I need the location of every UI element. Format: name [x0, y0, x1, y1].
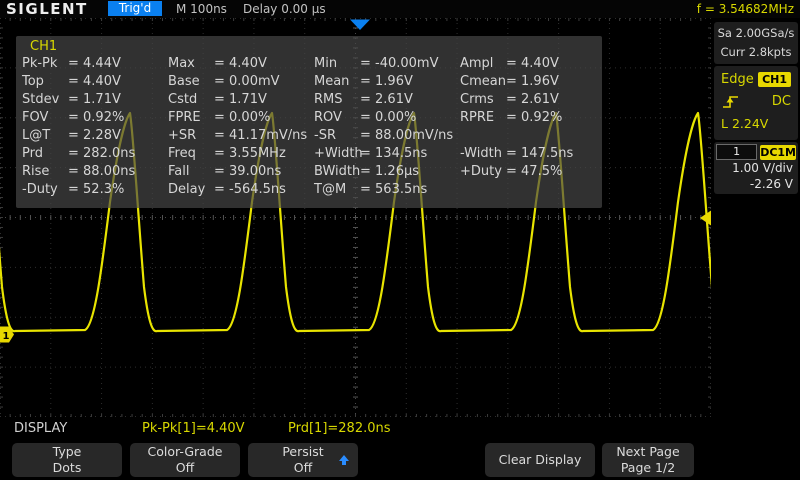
trigger-source-badge: CH1 [758, 72, 791, 87]
channel-coupling-badge: DC1M [760, 145, 796, 160]
trigger-coupling-label: DC [772, 94, 791, 109]
clear-display-button[interactable]: Clear Display [485, 443, 595, 477]
color-grade-button-value: Off [176, 460, 194, 476]
delay-readout: Delay 0.00 µs [243, 2, 326, 16]
acquisition-info-panel: Sa 2.00GSa/s Curr 2.8kpts [714, 22, 798, 64]
svg-text:1: 1 [3, 331, 10, 342]
softkey-menu-bar: Type Dots Color-Grade Off Persist Off Cl… [0, 442, 800, 480]
next-page-button-value: Page 1/2 [621, 460, 675, 476]
bottom-status-bar: DISPLAY Pk-Pk[1]=4.40V Prd[1]=282.0ns [0, 418, 800, 442]
oscilloscope-screen: SIGLENT Trig'd M 100ns Delay 0.00 µs f =… [0, 0, 800, 480]
type-button-value: Dots [53, 460, 82, 476]
waveform-display-area: CH1 Pk-Pk= 4.44VMax= 4.40VMin= -40.00mVA… [0, 18, 711, 417]
trigger-level-readout: L 2.24V [714, 109, 798, 131]
next-page-button-label: Next Page [616, 444, 679, 460]
trigger-status-badge: Trig'd [108, 1, 162, 16]
timebase-readout: M 100ns [176, 2, 227, 16]
persist-button[interactable]: Persist Off [248, 443, 358, 477]
measurement-readout-1: Pk-Pk[1]=4.40V [142, 421, 245, 436]
active-menu-title: DISPLAY [14, 421, 67, 436]
persist-button-label: Persist [282, 444, 323, 460]
top-status-bar: SIGLENT Trig'd M 100ns Delay 0.00 µs f =… [0, 0, 800, 18]
up-arrow-icon [338, 454, 350, 466]
color-grade-button[interactable]: Color-Grade Off [130, 443, 240, 477]
trigger-info-panel[interactable]: Edge CH1 DC L 2.24V [714, 66, 798, 140]
rising-edge-icon [721, 93, 741, 109]
type-button-label: Type [53, 444, 82, 460]
channel-number-badge: 1 [716, 144, 757, 160]
trigger-position-marker[interactable] [350, 20, 370, 31]
channel1-ground-marker[interactable]: 1 [0, 327, 14, 343]
trigger-level-marker[interactable] [700, 211, 711, 226]
measurement-readout-2: Prd[1]=282.0ns [288, 421, 391, 436]
siglent-logo: SIGLENT [6, 0, 88, 18]
memory-depth-readout: Curr 2.8kpts [714, 43, 798, 62]
channel-scale-readout: 1.00 V/div [714, 160, 798, 176]
next-page-button[interactable]: Next Page Page 1/2 [602, 443, 694, 477]
right-sidebar: Sa 2.00GSa/s Curr 2.8kpts Edge CH1 DC L … [712, 18, 800, 417]
channel1-info-panel[interactable]: 1 DC1M 1.00 V/div -2.26 V [714, 142, 798, 194]
plot-markers: 1 [0, 18, 711, 417]
trigger-type-label: Edge [721, 72, 754, 87]
clear-display-button-label: Clear Display [499, 452, 582, 468]
persist-button-value: Off [294, 460, 312, 476]
frequency-counter-readout: f = 3.54682MHz [697, 2, 794, 16]
sample-rate-readout: Sa 2.00GSa/s [714, 24, 798, 43]
channel-offset-readout: -2.26 V [714, 176, 798, 192]
color-grade-button-label: Color-Grade [148, 444, 223, 460]
type-button[interactable]: Type Dots [12, 443, 122, 477]
